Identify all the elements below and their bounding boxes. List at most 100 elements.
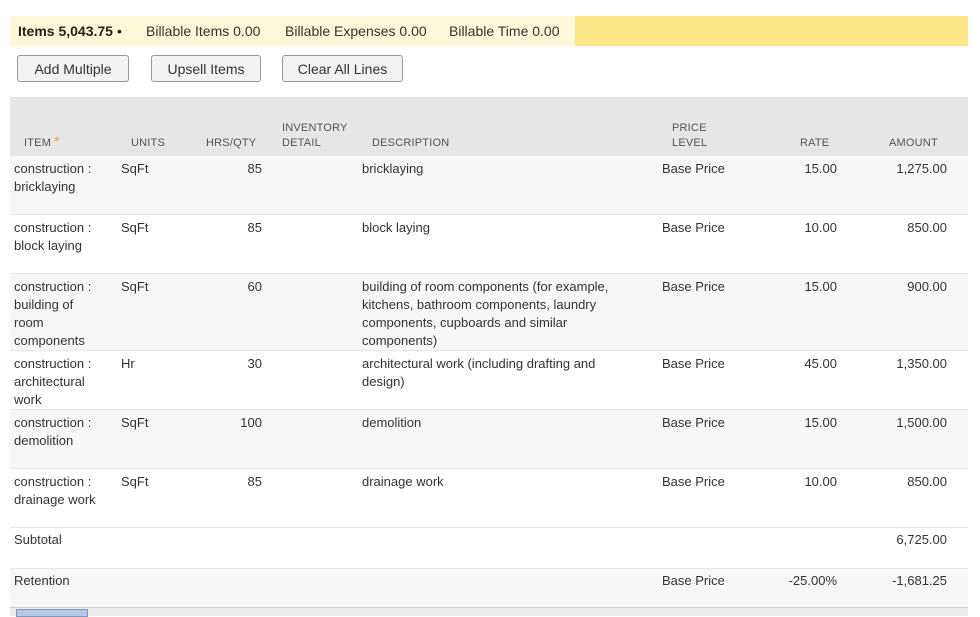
cell-item: construction : block laying [14,219,114,255]
cell-units: SqFt [121,220,149,235]
cell-description: demolition [362,414,652,432]
cell-item: construction : drainage work [14,473,114,509]
upsell-items-button[interactable]: Upsell Items [151,55,261,82]
table-row[interactable]: construction : block laying SqFt 85 block la… [10,215,968,274]
cell-amount: 1,275.00 [896,161,947,176]
tab-billable-items[interactable]: Billable Items 0.00 [146,23,260,39]
column-header-rate[interactable]: RATE [800,136,829,151]
cell-rate: 15.00 [804,279,837,294]
cell-amount: 900.00 [907,279,947,294]
table-row[interactable]: construction : architectural work Hr 30 archi… [10,351,968,410]
column-header-item[interactable]: ITEM * [24,134,60,151]
cell-hrs-qty: 85 [247,161,262,176]
cell-price-level: Base Price [662,279,725,294]
subtab-bar: Items 5,043.75 • Billable Items 0.00 Bill… [10,16,968,46]
description-line: components) [362,333,438,348]
table-row[interactable]: construction : demolition SqFt 100 demolitio… [10,410,968,469]
description-line: block laying [362,220,430,235]
required-field-icon: * [54,133,60,149]
tab-billable-time[interactable]: Billable Time 0.00 [449,23,560,39]
column-header-price-level[interactable]: PRICE LEVEL [672,121,707,151]
cell-rate: 10.00 [804,474,837,489]
column-header-units[interactable]: UNITS [131,136,165,151]
cell-price-level: Base Price [662,474,725,489]
cell-units: SqFt [121,161,149,176]
table-row[interactable]: construction : drainage work SqFt 85 drainag… [10,469,968,528]
clear-all-lines-button[interactable]: Clear All Lines [282,55,403,82]
cell-price-level: Base Price [662,161,725,176]
item-line: architectural [14,374,85,389]
cell-amount: 1,350.00 [896,356,947,371]
cell-rate: 15.00 [804,415,837,430]
subtotal-amount: 6,725.00 [896,532,947,547]
cell-units: SqFt [121,415,149,430]
cell-hrs-qty: 60 [247,279,262,294]
cell-description: drainage work [362,473,652,491]
cell-rate: 15.00 [804,161,837,176]
item-line: drainage work [14,492,96,507]
cell-units: SqFt [121,474,149,489]
item-line: construction : [14,220,92,235]
item-line: construction : [14,474,92,489]
cell-item: construction : bricklaying [14,160,114,196]
tab-active-dot: • [116,23,122,39]
cell-item: construction : architectural work [14,355,114,409]
description-line: bricklaying [362,161,424,176]
cell-hrs-qty: 85 [247,474,262,489]
table-row[interactable]: construction : building of room components S… [10,274,968,351]
tab-items-label: Items 5,043.75 [18,23,113,39]
cell-amount: 850.00 [907,474,947,489]
retention-rate: -25.00% [788,573,837,588]
retention-amount: -1,681.25 [892,573,947,588]
cell-amount: 1,500.00 [896,415,947,430]
description-line: design) [362,374,405,389]
cell-hrs-qty: 30 [247,356,262,371]
item-line: bricklaying [14,179,76,194]
tab-items[interactable]: Items 5,043.75 • [18,23,122,39]
cell-price-level: Base Price [662,356,725,371]
retention-label: Retention [14,573,70,588]
description-line: drainage work [362,474,444,489]
cell-units: SqFt [121,279,149,294]
cell-units: Hr [121,356,135,371]
scrollbar-thumb[interactable] [16,609,88,617]
cell-description: architectural work (including drafting a… [362,355,652,391]
table-row[interactable]: construction : bricklaying SqFt 85 bricklayi… [10,156,968,215]
cell-description: building of room components (for example… [362,278,652,350]
cell-item: construction : demolition [14,414,114,450]
item-line: construction : [14,356,92,371]
column-header-amount[interactable]: AMOUNT [889,136,938,151]
cell-price-level: Base Price [662,220,725,235]
item-line: construction : [14,279,92,294]
column-header-hrs-qty[interactable]: HRS/QTY [206,136,256,151]
item-line: block laying [14,238,82,253]
cell-hrs-qty: 85 [247,220,262,235]
retention-price-level: Base Price [662,573,725,588]
add-multiple-button[interactable]: Add Multiple [17,55,129,82]
cell-description: bricklaying [362,160,652,178]
cell-hrs-qty: 100 [240,415,262,430]
cell-item: construction : building of room components [14,278,114,350]
cell-rate: 10.00 [804,220,837,235]
item-line: demolition [14,433,74,448]
cell-amount: 850.00 [907,220,947,235]
grid-header: ITEM * UNITS HRS/QTY INVENTORY DETAIL DESC… [10,97,968,156]
cell-rate: 45.00 [804,356,837,371]
description-line: kitchens, bathroom components, laundry [362,297,597,312]
cell-description: block laying [362,219,652,237]
item-line: work [14,392,42,407]
subtotal-row: Subtotal 6,725.00 [10,528,968,569]
description-line: demolition [362,415,422,430]
items-grid: ITEM * UNITS HRS/QTY INVENTORY DETAIL DESC… [10,97,968,615]
item-line: construction : [14,415,92,430]
column-header-description[interactable]: DESCRIPTION [372,136,449,151]
description-line: components, cupboards and similar [362,315,568,330]
subtotal-label: Subtotal [14,532,62,547]
cell-price-level: Base Price [662,415,725,430]
item-line: components [14,333,85,348]
description-line: building of room components (for example… [362,279,609,294]
item-line: building of [14,297,74,312]
description-line: architectural work (including drafting a… [362,356,596,371]
tab-billable-expenses[interactable]: Billable Expenses 0.00 [285,23,427,39]
column-header-inventory-detail[interactable]: INVENTORY DETAIL [282,121,348,151]
